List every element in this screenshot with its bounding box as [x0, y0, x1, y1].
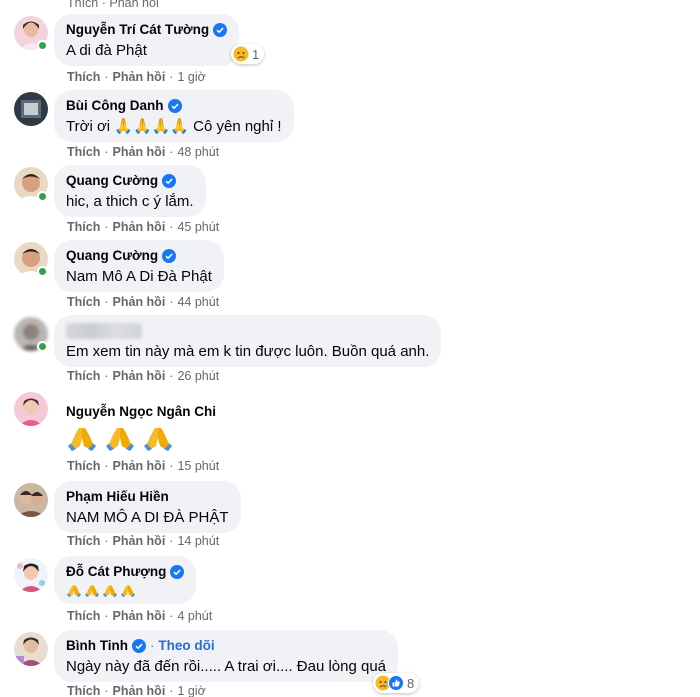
- comment-time[interactable]: 14 phút: [177, 534, 219, 548]
- comment-time[interactable]: 45 phút: [177, 220, 219, 234]
- avatar[interactable]: [14, 558, 48, 592]
- folded-hands-icon: [142, 424, 174, 459]
- cut-off-actions: Thích · Phản hồi: [67, 0, 159, 10]
- comment-actions: Thích · Phản hồi · 45 phút: [67, 220, 220, 234]
- online-status-dot: [37, 266, 48, 277]
- comment-bubble: Đỗ Cát Phượng: [54, 556, 197, 604]
- reaction-summary[interactable]: 8: [373, 673, 420, 693]
- comment-time[interactable]: 48 phút: [177, 145, 219, 159]
- folded-hands-icon: [102, 583, 118, 604]
- reply-link[interactable]: Phản hồi: [113, 684, 166, 697]
- emoji-message: [66, 583, 184, 604]
- comment-text: Em xem tin này mà em k tin được luôn. Bu…: [66, 343, 430, 360]
- reaction-count: 1: [252, 46, 260, 62]
- reply-link[interactable]: Phản hồi: [113, 295, 166, 309]
- commenter-name-blurred[interactable]: [66, 322, 142, 339]
- avatar[interactable]: [14, 92, 48, 126]
- comment-bubble: Quang Cường Nam Mô A Di Đà Phật: [54, 240, 224, 292]
- comment-time[interactable]: 26 phút: [177, 369, 219, 383]
- like-link[interactable]: Thích: [67, 295, 100, 309]
- avatar[interactable]: [14, 632, 48, 666]
- like-icon: [388, 675, 404, 691]
- folded-hands-icon: [66, 583, 82, 604]
- comment-actions: Thích · Phản hồi · 4 phút: [67, 609, 213, 623]
- comment-text: hic, a thich c ý lắm.: [66, 193, 194, 210]
- comment-text: Trời ơi 🙏🙏🙏🙏 Cô yên nghỉ !: [66, 118, 282, 135]
- comment-actions: Thích · Phản hồi · 26 phút: [67, 369, 220, 383]
- reply-link[interactable]: Phản hồi: [113, 459, 166, 473]
- comment-time[interactable]: 4 phút: [177, 609, 212, 623]
- comment-bubble: Nguyễn Trí Cát Tường A di đà Phật: [54, 14, 240, 66]
- comment-bubble: Bình Tinh · Theo dõi Ngày này đã đến rồi…: [54, 630, 399, 682]
- commenter-name[interactable]: Nguyễn Ngọc Ngân Chi: [66, 404, 216, 419]
- avatar[interactable]: [14, 392, 48, 426]
- verified-badge-icon: [162, 248, 177, 263]
- like-link[interactable]: Thích: [67, 459, 100, 473]
- comment-actions: Thích · Phản hồi · 1 giờ: [67, 70, 206, 84]
- comment-time[interactable]: 44 phút: [177, 295, 219, 309]
- online-status-dot: [37, 40, 48, 51]
- comment-bubble: Quang Cường hic, a thich c ý lắm.: [54, 165, 206, 217]
- commenter-name[interactable]: Nguyễn Trí Cát Tường: [66, 22, 209, 37]
- comment-time[interactable]: 1 giờ: [177, 70, 205, 84]
- reply-link[interactable]: Phản hồi: [113, 369, 166, 383]
- emoji-message: [66, 424, 216, 459]
- commenter-name[interactable]: Đỗ Cát Phượng: [66, 564, 166, 579]
- verified-badge-icon: [162, 173, 177, 188]
- commenter-name[interactable]: Bùi Công Danh: [66, 98, 164, 113]
- comment-bubble: Em xem tin này mà em k tin được luôn. Bu…: [54, 315, 442, 367]
- verified-badge-icon: [170, 564, 185, 579]
- like-link[interactable]: Thích: [67, 609, 100, 623]
- comment-time[interactable]: 15 phút: [177, 459, 219, 473]
- online-status-dot: [37, 191, 48, 202]
- verified-badge-icon: [167, 98, 182, 113]
- folded-hands-icon: [66, 424, 98, 459]
- comment-text: A di đà Phật: [66, 42, 147, 59]
- reply-link[interactable]: Phản hồi: [113, 70, 166, 84]
- folded-hands-icon: [104, 424, 136, 459]
- online-status-dot: [37, 341, 48, 352]
- verified-badge-icon: [213, 22, 228, 37]
- like-link[interactable]: Thích: [67, 684, 100, 697]
- verified-badge-icon: [132, 638, 146, 653]
- avatar[interactable]: [14, 483, 48, 517]
- comment-bubble: Phạm Hiếu Hiền NAM MÔ A DI ĐÀ PHẬT: [54, 481, 241, 533]
- reply-link[interactable]: Phản hồi: [113, 220, 166, 234]
- comment-actions: Thích · Phản hồi · 48 phút: [67, 145, 220, 159]
- folded-hands-icon: [84, 583, 100, 604]
- comment-text: Nam Mô A Di Đà Phật: [66, 268, 212, 285]
- folded-hands-icon: [120, 583, 136, 604]
- comment-time[interactable]: 1 giờ: [177, 684, 205, 697]
- reply-link[interactable]: Phản hồi: [113, 145, 166, 159]
- comment-bubble: Nguyễn Ngọc Ngân Chi: [54, 396, 228, 467]
- like-link[interactable]: Thích: [67, 369, 100, 383]
- commenter-name[interactable]: Bình Tinh: [66, 638, 128, 653]
- comment-actions: Thích · Phản hồi · 1 giờ: [67, 684, 206, 697]
- comment-actions: Thích · Phản hồi · 44 phút: [67, 295, 220, 309]
- comment-bubble: Bùi Công Danh Trời ơi 🙏🙏🙏🙏 Cô yên nghỉ !: [54, 90, 294, 142]
- commenter-name[interactable]: Quang Cường: [66, 248, 158, 263]
- like-link[interactable]: Thích: [67, 534, 100, 548]
- commenter-name[interactable]: Phạm Hiếu Hiền: [66, 489, 169, 504]
- like-link[interactable]: Thích: [67, 70, 100, 84]
- reaction-count: 8: [407, 675, 415, 691]
- comment-actions: Thích · Phản hồi · 14 phút: [67, 534, 220, 548]
- reply-link[interactable]: Phản hồi: [113, 534, 166, 548]
- comment-text: Ngày này đã đến rồi..... A trai ơi.... Đ…: [66, 658, 387, 675]
- reaction-summary[interactable]: 1: [231, 44, 265, 64]
- reply-link[interactable]: Phản hồi: [113, 609, 166, 623]
- comment-text: NAM MÔ A DI ĐÀ PHẬT: [66, 509, 229, 526]
- commenter-name[interactable]: Quang Cường: [66, 173, 158, 188]
- like-link[interactable]: Thích: [67, 145, 100, 159]
- like-link[interactable]: Thích: [67, 220, 100, 234]
- sad-emoji-icon: [233, 46, 249, 62]
- comment-actions: Thích · Phản hồi · 15 phút: [67, 459, 220, 473]
- follow-link[interactable]: Theo dõi: [158, 638, 214, 653]
